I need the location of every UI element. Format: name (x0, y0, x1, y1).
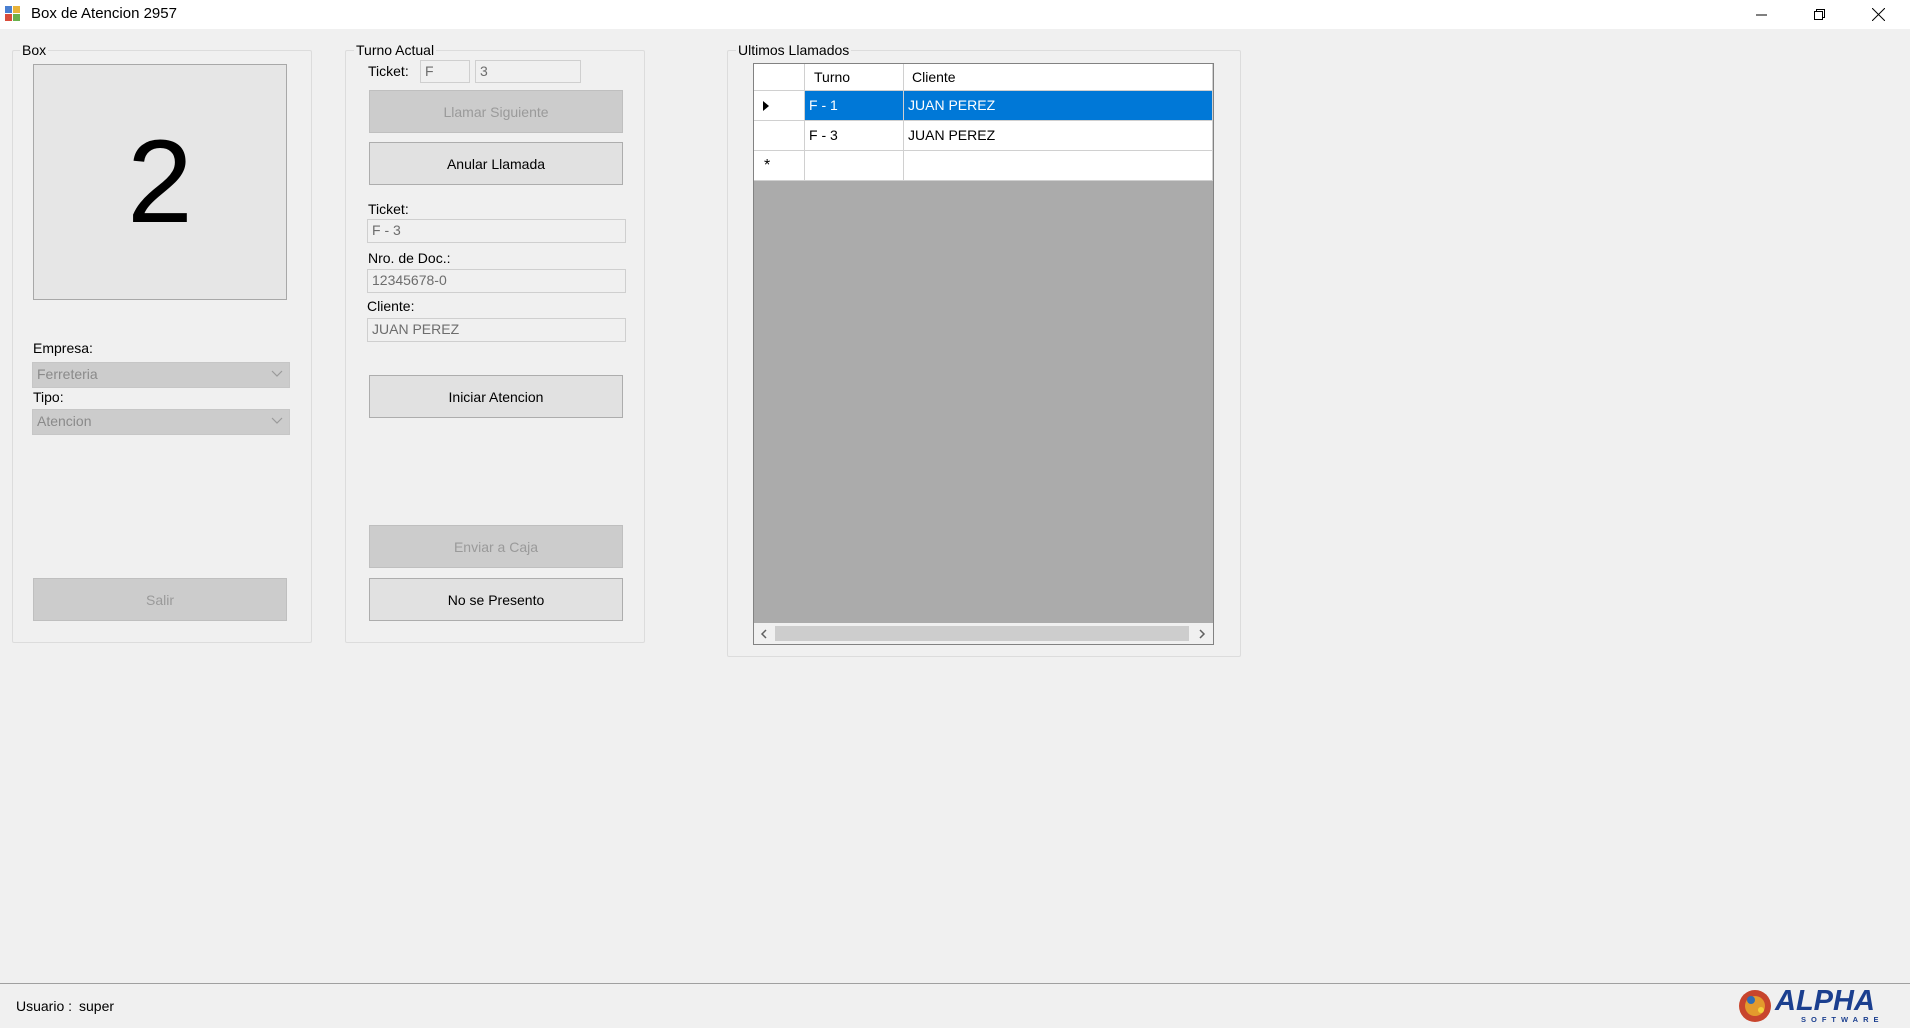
user-value: super (79, 998, 115, 1014)
ticket-prefix-field[interactable]: F (420, 60, 470, 83)
column-header-turno[interactable]: Turno (805, 64, 904, 91)
chevron-down-icon (271, 370, 283, 377)
table-row-turno[interactable]: F - 3 (805, 121, 904, 151)
tipo-label: Tipo: (33, 389, 64, 405)
turno-actual-legend: Turno Actual (354, 42, 437, 58)
scroll-right-button[interactable] (1192, 623, 1212, 644)
scroll-left-button[interactable] (754, 623, 774, 644)
close-icon (1871, 8, 1885, 21)
box-number: 2 (127, 116, 193, 248)
horizontal-scrollbar[interactable] (754, 623, 1213, 644)
row-header[interactable] (754, 121, 805, 151)
enviar-caja-button[interactable]: Enviar a Caja (369, 525, 623, 568)
minimize-icon (1756, 14, 1767, 15)
ticket-label: Ticket: (368, 63, 409, 79)
empresa-select-value: Ferreteria (37, 366, 98, 382)
restore-icon (1814, 8, 1825, 20)
empresa-select[interactable]: Ferreteria (32, 362, 290, 388)
row-header[interactable] (754, 91, 805, 121)
doc-field[interactable]: 12345678-0 (367, 269, 626, 293)
table-row-cliente[interactable]: JUAN PEREZ (904, 121, 1213, 151)
cliente-field[interactable]: JUAN PEREZ (367, 318, 626, 342)
box-group-legend: Box (20, 42, 49, 58)
alpha-software-logo: ALPHA SOFTWARE (1733, 984, 1910, 1024)
tipo-select[interactable]: Atencion (32, 409, 290, 435)
llamar-siguiente-button[interactable]: Llamar Siguiente (369, 90, 623, 133)
column-header-cliente[interactable]: Cliente (904, 64, 1213, 91)
ticket-field-label: Ticket: (368, 201, 409, 217)
ultimos-llamados-grid[interactable]: Turno Cliente F - 1 JUAN PEREZ F - 3 JUA… (753, 63, 1214, 645)
close-button[interactable] (1849, 0, 1907, 29)
tipo-select-value: Atencion (37, 413, 92, 429)
table-row-turno[interactable]: F - 1 (805, 91, 904, 121)
logo-text: ALPHA (1774, 985, 1875, 1017)
new-row-turno[interactable] (805, 151, 904, 181)
anular-llamada-button[interactable]: Anular Llamada (369, 142, 623, 185)
restore-button[interactable] (1791, 0, 1849, 29)
chevron-down-icon (271, 417, 283, 424)
scroll-thumb[interactable] (775, 626, 1189, 641)
chevron-right-icon (1199, 628, 1206, 639)
chevron-left-icon (760, 628, 767, 639)
app-icon (5, 6, 21, 22)
table-row-cliente[interactable]: JUAN PEREZ (904, 91, 1213, 121)
minimize-button[interactable] (1733, 0, 1791, 29)
salir-button[interactable]: Salir (33, 578, 287, 621)
grid-corner-header (754, 64, 805, 91)
doc-label: Nro. de Doc.: (368, 250, 451, 266)
ticket-field[interactable]: F - 3 (367, 219, 626, 243)
logo-subtext: SOFTWARE (1801, 1015, 1884, 1024)
ticket-number-field[interactable]: 3 (475, 60, 581, 83)
box-number-panel: 2 (33, 64, 287, 300)
title-bar: Box de Atencion 2957 (0, 0, 1910, 29)
window-title: Box de Atencion 2957 (31, 5, 177, 22)
new-row-marker[interactable]: * (754, 151, 805, 181)
cliente-label: Cliente: (367, 298, 415, 314)
no-se-presento-button[interactable]: No se Presento (369, 578, 623, 621)
new-row-cliente[interactable] (904, 151, 1213, 181)
empresa-label: Empresa: (33, 340, 93, 356)
user-label: Usuario : (16, 998, 73, 1014)
ultimos-llamados-legend: Ultimos Llamados (736, 42, 852, 58)
iniciar-atencion-button[interactable]: Iniciar Atencion (369, 375, 623, 418)
current-row-arrow-icon (763, 101, 769, 111)
status-bar: Usuario : super ALPHA SOFTWARE (0, 983, 1910, 1024)
